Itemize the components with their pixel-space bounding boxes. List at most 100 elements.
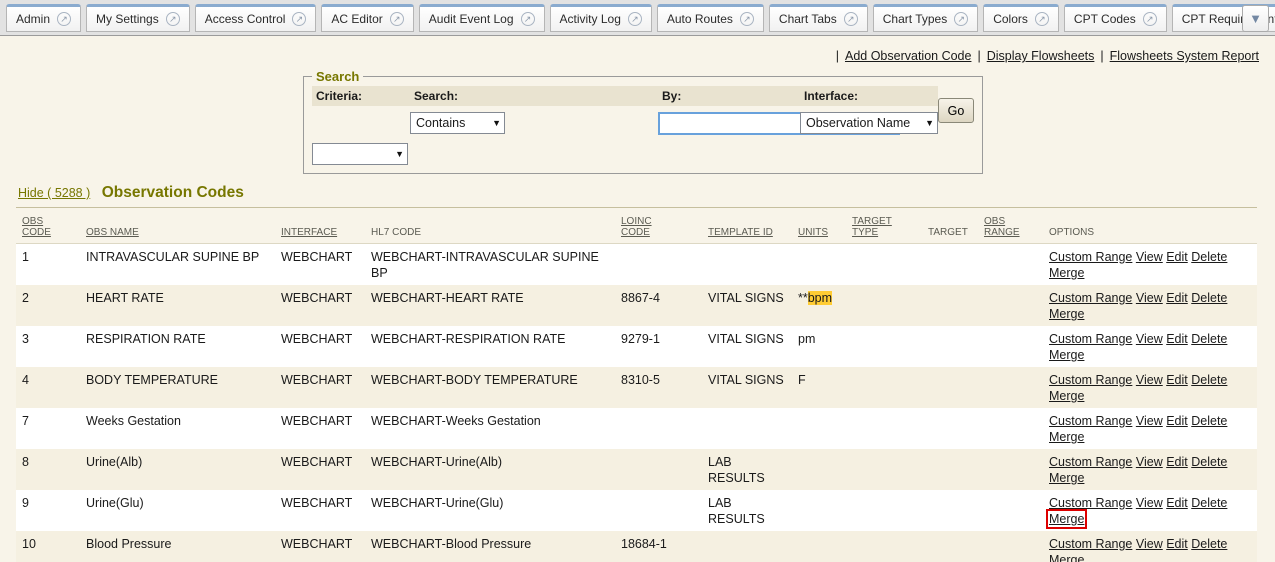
row-action-delete[interactable]: Delete (1191, 373, 1227, 387)
header-link-add-observation-code[interactable]: Add Observation Code (845, 49, 971, 63)
row-action-view[interactable]: View (1136, 414, 1163, 428)
cell-loinc-code (615, 490, 702, 531)
row-action-edit[interactable]: Edit (1166, 332, 1188, 346)
search-panel-wrap: Search Criteria: Search: By: Interface: … (303, 69, 1259, 174)
tab-colors[interactable]: Colors ↗ (983, 4, 1059, 32)
row-action-edit[interactable]: Edit (1166, 537, 1188, 551)
row-action-custom-range[interactable]: Custom Range (1049, 291, 1132, 305)
tab-my-settings[interactable]: My Settings ↗ (86, 4, 190, 32)
row-action-custom-range[interactable]: Custom Range (1049, 373, 1132, 387)
column-header-loinc-code[interactable]: LOINC CODE (615, 208, 702, 244)
row-action-edit[interactable]: Edit (1166, 414, 1188, 428)
row-action-merge[interactable]: Merge (1049, 389, 1084, 403)
column-header-target-type[interactable]: TARGET TYPE (846, 208, 922, 244)
row-action-view[interactable]: View (1136, 537, 1163, 551)
row-action-custom-range[interactable]: Custom Range (1049, 332, 1132, 346)
row-action-custom-range[interactable]: Custom Range (1049, 414, 1132, 428)
row-action-edit[interactable]: Edit (1166, 291, 1188, 305)
row-action-custom-range[interactable]: Custom Range (1049, 250, 1132, 264)
tab-label: Admin (16, 12, 50, 26)
row-action-merge[interactable]: Merge (1049, 553, 1084, 562)
row-action-delete[interactable]: Delete (1191, 414, 1227, 428)
cell-units: pm (792, 326, 846, 367)
cell-obs-range (978, 285, 1043, 326)
by-cell: Observation Name ▼ (800, 106, 938, 134)
row-action-merge[interactable]: Merge (1049, 348, 1084, 362)
row-action-delete[interactable]: Delete (1191, 496, 1227, 510)
external-link-icon: ↗ (1143, 12, 1157, 26)
header-link-display-flowsheets[interactable]: Display Flowsheets (987, 49, 1095, 63)
criteria-cell: Contains ▼ (410, 106, 658, 134)
cell-obs-range (978, 490, 1043, 531)
tab-chart-tabs[interactable]: Chart Tabs ↗ (769, 4, 868, 32)
column-header-obs-name[interactable]: OBS NAME (80, 208, 275, 244)
interface-select[interactable]: ▼ (312, 143, 408, 165)
criteria-select-value: Contains (416, 116, 465, 130)
row-action-delete[interactable]: Delete (1191, 455, 1227, 469)
cell-units (792, 531, 846, 562)
column-header-target: TARGET (922, 208, 978, 244)
column-header-obs-range[interactable]: OBS RANGE (978, 208, 1043, 244)
cell-hl7-code: WEBCHART-BODY TEMPERATURE (365, 367, 615, 408)
tab-overflow-down-button[interactable]: ▼ (1242, 5, 1269, 32)
tab-activity-log[interactable]: Activity Log ↗ (550, 4, 652, 32)
cell-options: Custom Range View Edit Delete Merge (1043, 490, 1257, 531)
external-link-icon: ↗ (390, 12, 404, 26)
link-separator: | (836, 49, 839, 63)
row-action-merge[interactable]: Merge (1049, 266, 1084, 280)
header-link-flowsheets-system-report[interactable]: Flowsheets System Report (1110, 49, 1259, 63)
cell-units: **bpm (792, 285, 846, 326)
row-action-view[interactable]: View (1136, 373, 1163, 387)
tab-admin[interactable]: Admin ↗ (6, 4, 81, 32)
tab-chart-types[interactable]: Chart Types ↗ (873, 4, 978, 32)
column-header-hl7-code: HL7 CODE (365, 208, 615, 244)
row-action-merge[interactable]: Merge (1049, 430, 1084, 444)
cell-target (922, 285, 978, 326)
row-action-edit[interactable]: Edit (1166, 250, 1188, 264)
tab-ac-editor[interactable]: AC Editor ↗ (321, 4, 413, 32)
row-action-view[interactable]: View (1136, 332, 1163, 346)
column-header-units[interactable]: UNITS (792, 208, 846, 244)
go-button[interactable]: Go (938, 98, 974, 123)
tab-access-control[interactable]: Access Control ↗ (195, 4, 317, 32)
hide-count-link[interactable]: Hide ( 5288 ) (18, 186, 90, 200)
cell-template-id: LAB RESULTS (702, 490, 792, 531)
row-action-view[interactable]: View (1136, 250, 1163, 264)
row-action-delete[interactable]: Delete (1191, 250, 1227, 264)
cell-interface: WEBCHART (275, 285, 365, 326)
row-action-merge[interactable]: Merge (1049, 512, 1084, 526)
cell-obs-code: 3 (16, 326, 80, 367)
tab-cpt-codes[interactable]: CPT Codes ↗ (1064, 4, 1167, 32)
search-legend: Search (312, 69, 363, 84)
cell-interface: WEBCHART (275, 367, 365, 408)
criteria-select[interactable]: Contains ▼ (410, 112, 505, 134)
tab-label: Chart Types (883, 12, 947, 26)
row-action-edit[interactable]: Edit (1166, 455, 1188, 469)
row-action-custom-range[interactable]: Custom Range (1049, 496, 1132, 510)
row-action-delete[interactable]: Delete (1191, 291, 1227, 305)
row-action-view[interactable]: View (1136, 455, 1163, 469)
table-row: 7 Weeks Gestation WEBCHART WEBCHART-Week… (16, 408, 1257, 449)
row-action-custom-range[interactable]: Custom Range (1049, 455, 1132, 469)
row-action-custom-range[interactable]: Custom Range (1049, 537, 1132, 551)
tab-audit-event-log[interactable]: Audit Event Log ↗ (419, 4, 545, 32)
by-select[interactable]: Observation Name ▼ (800, 112, 938, 134)
row-action-merge[interactable]: Merge (1049, 471, 1084, 485)
search-label: Search: (410, 86, 658, 106)
column-header-obs-code[interactable]: OBS CODE (16, 208, 80, 244)
column-header-template-id[interactable]: TEMPLATE ID (702, 208, 792, 244)
tab-auto-routes[interactable]: Auto Routes ↗ (657, 4, 764, 32)
tab-label: Colors (993, 12, 1028, 26)
row-action-delete[interactable]: Delete (1191, 332, 1227, 346)
row-action-view[interactable]: View (1136, 291, 1163, 305)
row-action-view[interactable]: View (1136, 496, 1163, 510)
tab-strip: Admin ↗ My Settings ↗ Access Control ↗ A… (6, 4, 1275, 32)
row-action-merge[interactable]: Merge (1049, 307, 1084, 321)
column-header-interface[interactable]: INTERFACE (275, 208, 365, 244)
tab-label: Access Control (205, 12, 286, 26)
table-row: 2 HEART RATE WEBCHART WEBCHART-HEART RAT… (16, 285, 1257, 326)
row-action-edit[interactable]: Edit (1166, 496, 1188, 510)
row-action-delete[interactable]: Delete (1191, 537, 1227, 551)
row-action-edit[interactable]: Edit (1166, 373, 1188, 387)
cell-interface: WEBCHART (275, 408, 365, 449)
